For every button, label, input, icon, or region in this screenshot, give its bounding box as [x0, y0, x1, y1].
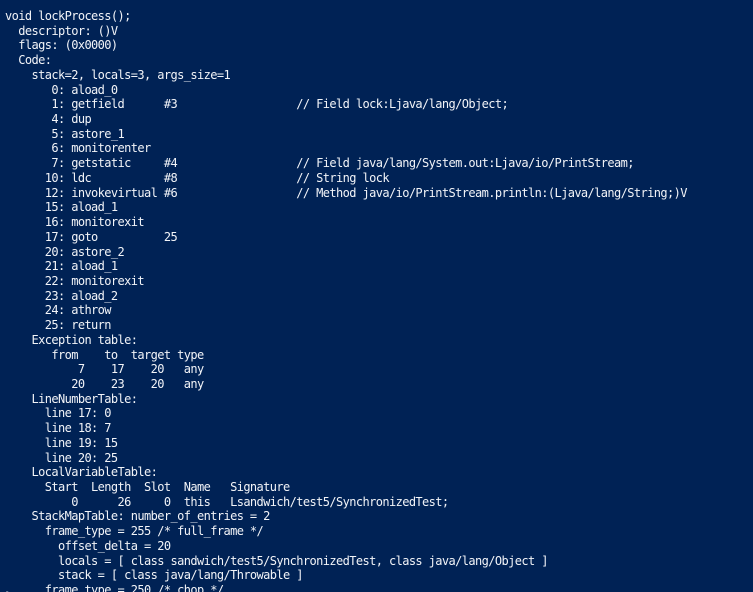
listing-line: LocalVariableTable:: [5, 465, 158, 480]
listing-line: LineNumberTable:: [5, 391, 138, 406]
listing-line: flags: (0x0000): [5, 38, 118, 53]
listing-line: 4: dup: [5, 112, 92, 127]
listing-line: 7: getstatic #4 // Field java/lang/Syste…: [5, 156, 634, 171]
listing-line: 25: return: [5, 318, 112, 333]
listing-line: line 19: 15: [5, 435, 118, 450]
listing-line: offset_delta = 20: [5, 538, 171, 553]
listing-line: Code:: [5, 53, 52, 68]
listing-line: 10: ldc #8 // String lock: [5, 170, 390, 185]
bytecode-listing: void lockProcess(); descriptor: ()V flag…: [5, 9, 687, 592]
listing-line: from to target type: [5, 347, 204, 362]
listing-line: 21: aload_1: [5, 259, 118, 274]
listing-line: line 17: 0: [5, 406, 112, 421]
listing-line: 22: monitorexit: [5, 273, 145, 288]
listing-line: stack=2, locals=3, args_size=1: [5, 67, 231, 82]
listing-line: 20: astore_2: [5, 244, 125, 259]
listing-line: 7 17 20 any: [5, 362, 204, 377]
listing-line: 12: invokevirtual #6 // Method java/io/P…: [5, 185, 688, 200]
listing-line: void lockProcess();: [5, 9, 131, 23]
listing-line: frame_type = 255 /* full_frame */: [5, 524, 264, 539]
listing-line: line 18: 7: [5, 421, 112, 436]
listing-line: stack = [ class java/lang/Throwable ]: [5, 568, 304, 583]
listing-line: 1: getfield #3 // Field lock:Ljava/lang/…: [5, 97, 509, 112]
listing-line: 23: aload_2: [5, 288, 118, 303]
listing-line: 5: astore_1: [5, 126, 125, 141]
listing-line: 16: monitorexit: [5, 215, 145, 230]
listing-line: Exception table:: [5, 332, 138, 347]
listing-line: 0: aload_0: [5, 82, 118, 97]
listing-line: descriptor: ()V: [5, 23, 118, 38]
listing-line: 24: athrow: [5, 303, 112, 318]
listing-line: 20 23 20 any: [5, 376, 204, 391]
listing-line: 6: monitorenter: [5, 141, 151, 156]
listing-line: StackMapTable: number_of_entries = 2: [5, 509, 270, 524]
listing-line: 0 26 0 this Lsandwich/test5/Synchronized…: [5, 494, 449, 509]
listing-line: locals = [ class sandwich/test5/Synchron…: [5, 553, 548, 568]
listing-line: Start Length Slot Name Signature: [5, 480, 291, 494]
listing-line: line 20: 25: [5, 450, 118, 465]
terminal-window[interactable]: void lockProcess(); descriptor: ()V flag…: [0, 0, 753, 592]
listing-line: 17: goto 25: [5, 229, 178, 244]
listing-line: frame_type = 250 /* chop */: [5, 583, 224, 592]
listing-line: 15: aload_1: [5, 200, 118, 215]
